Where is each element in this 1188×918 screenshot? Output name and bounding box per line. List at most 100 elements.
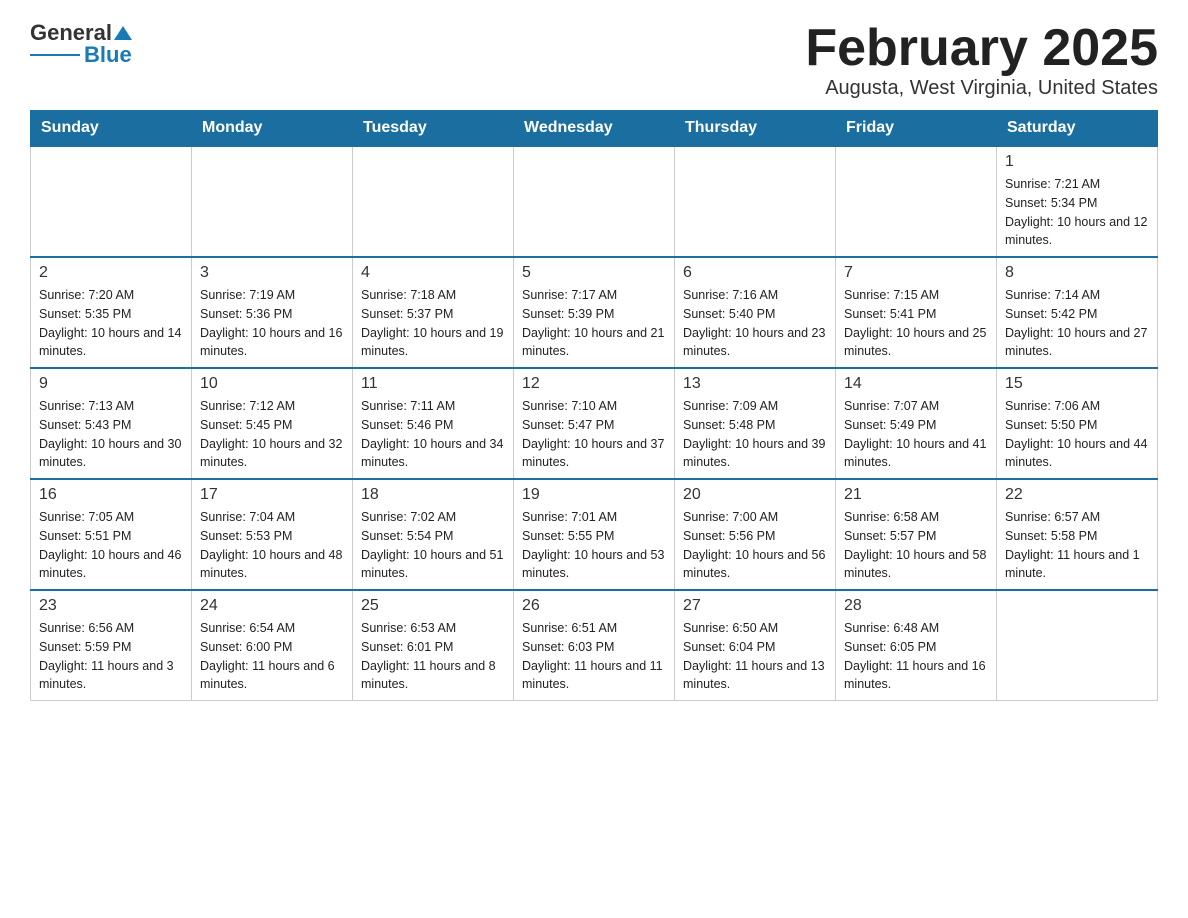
table-row: 19 Sunrise: 7:01 AM Sunset: 5:55 PM Dayli… bbox=[514, 479, 675, 590]
day-number: 2 bbox=[39, 264, 183, 282]
day-number: 12 bbox=[522, 375, 666, 393]
day-info: Sunrise: 6:54 AM Sunset: 6:00 PM Dayligh… bbox=[200, 619, 344, 694]
day-number: 27 bbox=[683, 597, 827, 615]
table-row bbox=[836, 146, 997, 257]
table-row: 17 Sunrise: 7:04 AM Sunset: 5:53 PM Dayli… bbox=[192, 479, 353, 590]
col-friday: Friday bbox=[836, 111, 997, 147]
day-number: 9 bbox=[39, 375, 183, 393]
day-info: Sunrise: 7:17 AM Sunset: 5:39 PM Dayligh… bbox=[522, 286, 666, 361]
table-row: 2 Sunrise: 7:20 AM Sunset: 5:35 PM Daylig… bbox=[31, 257, 192, 368]
table-row: 1 Sunrise: 7:21 AM Sunset: 5:34 PM Daylig… bbox=[997, 146, 1158, 257]
day-info: Sunrise: 6:53 AM Sunset: 6:01 PM Dayligh… bbox=[361, 619, 505, 694]
table-row: 25 Sunrise: 6:53 AM Sunset: 6:01 PM Dayli… bbox=[353, 590, 514, 701]
day-info: Sunrise: 6:51 AM Sunset: 6:03 PM Dayligh… bbox=[522, 619, 666, 694]
table-row: 24 Sunrise: 6:54 AM Sunset: 6:00 PM Dayli… bbox=[192, 590, 353, 701]
day-number: 15 bbox=[1005, 375, 1149, 393]
table-row: 8 Sunrise: 7:14 AM Sunset: 5:42 PM Daylig… bbox=[997, 257, 1158, 368]
day-number: 11 bbox=[361, 375, 505, 393]
day-number: 7 bbox=[844, 264, 988, 282]
table-row: 18Sunrise: 7:02 AM Sunset: 5:54 PM Dayli… bbox=[353, 479, 514, 590]
col-monday: Monday bbox=[192, 111, 353, 147]
table-row: 20 Sunrise: 7:00 AM Sunset: 5:56 PM Dayli… bbox=[675, 479, 836, 590]
col-sunday: Sunday bbox=[31, 111, 192, 147]
day-info: Sunrise: 7:06 AM Sunset: 5:50 PM Dayligh… bbox=[1005, 397, 1149, 472]
day-info: Sunrise: 7:15 AM Sunset: 5:41 PM Dayligh… bbox=[844, 286, 988, 361]
day-number: 17 bbox=[200, 486, 344, 504]
table-row bbox=[997, 590, 1158, 701]
day-info: Sunrise: 7:21 AM Sunset: 5:34 PM Dayligh… bbox=[1005, 175, 1149, 250]
col-thursday: Thursday bbox=[675, 111, 836, 147]
day-number: 16 bbox=[39, 486, 183, 504]
table-row: 4 Sunrise: 7:18 AM Sunset: 5:37 PM Daylig… bbox=[353, 257, 514, 368]
day-number: 28 bbox=[844, 597, 988, 615]
table-row bbox=[514, 146, 675, 257]
table-row: 15 Sunrise: 7:06 AM Sunset: 5:50 PM Dayli… bbox=[997, 368, 1158, 479]
day-number: 10 bbox=[200, 375, 344, 393]
table-row: 26 Sunrise: 6:51 AM Sunset: 6:03 PM Dayli… bbox=[514, 590, 675, 701]
day-number: 14 bbox=[844, 375, 988, 393]
day-info: Sunrise: 6:57 AM Sunset: 5:58 PM Dayligh… bbox=[1005, 508, 1149, 583]
logo-triangle-icon bbox=[112, 26, 134, 40]
day-info: Sunrise: 7:18 AM Sunset: 5:37 PM Dayligh… bbox=[361, 286, 505, 361]
calendar-table: Sunday Monday Tuesday Wednesday Thursday… bbox=[30, 110, 1158, 701]
calendar-week-row: 16 Sunrise: 7:05 AM Sunset: 5:51 PM Dayli… bbox=[31, 479, 1158, 590]
day-number: 22 bbox=[1005, 486, 1149, 504]
table-row: 16 Sunrise: 7:05 AM Sunset: 5:51 PM Dayli… bbox=[31, 479, 192, 590]
table-row bbox=[31, 146, 192, 257]
calendar-header-row: Sunday Monday Tuesday Wednesday Thursday… bbox=[31, 111, 1158, 147]
day-info: Sunrise: 7:20 AM Sunset: 5:35 PM Dayligh… bbox=[39, 286, 183, 361]
table-row: 23 Sunrise: 6:56 AM Sunset: 5:59 PM Dayli… bbox=[31, 590, 192, 701]
page-header: General Blue February 2025 Augusta, West… bbox=[30, 20, 1158, 100]
day-info: Sunrise: 6:56 AM Sunset: 5:59 PM Dayligh… bbox=[39, 619, 183, 694]
calendar-week-row: 23 Sunrise: 6:56 AM Sunset: 5:59 PM Dayli… bbox=[31, 590, 1158, 701]
day-info: Sunrise: 7:02 AM Sunset: 5:54 PM Dayligh… bbox=[361, 508, 505, 583]
table-row: 13Sunrise: 7:09 AM Sunset: 5:48 PM Dayli… bbox=[675, 368, 836, 479]
day-number: 23 bbox=[39, 597, 183, 615]
day-info: Sunrise: 7:01 AM Sunset: 5:55 PM Dayligh… bbox=[522, 508, 666, 583]
logo: General Blue bbox=[30, 20, 134, 68]
table-row: 14Sunrise: 7:07 AM Sunset: 5:49 PM Dayli… bbox=[836, 368, 997, 479]
col-saturday: Saturday bbox=[997, 111, 1158, 147]
table-row: 21Sunrise: 6:58 AM Sunset: 5:57 PM Dayli… bbox=[836, 479, 997, 590]
day-info: Sunrise: 6:58 AM Sunset: 5:57 PM Dayligh… bbox=[844, 508, 988, 583]
logo-blue-text: Blue bbox=[84, 42, 132, 68]
day-info: Sunrise: 7:14 AM Sunset: 5:42 PM Dayligh… bbox=[1005, 286, 1149, 361]
day-number: 13 bbox=[683, 375, 827, 393]
col-tuesday: Tuesday bbox=[353, 111, 514, 147]
day-info: Sunrise: 7:11 AM Sunset: 5:46 PM Dayligh… bbox=[361, 397, 505, 472]
calendar-week-row: 9 Sunrise: 7:13 AM Sunset: 5:43 PM Daylig… bbox=[31, 368, 1158, 479]
logo-underline bbox=[30, 54, 80, 56]
day-number: 25 bbox=[361, 597, 505, 615]
day-number: 19 bbox=[522, 486, 666, 504]
table-row: 11 Sunrise: 7:11 AM Sunset: 5:46 PM Dayli… bbox=[353, 368, 514, 479]
day-number: 20 bbox=[683, 486, 827, 504]
col-wednesday: Wednesday bbox=[514, 111, 675, 147]
calendar-week-row: 1 Sunrise: 7:21 AM Sunset: 5:34 PM Daylig… bbox=[31, 146, 1158, 257]
day-info: Sunrise: 7:00 AM Sunset: 5:56 PM Dayligh… bbox=[683, 508, 827, 583]
day-number: 3 bbox=[200, 264, 344, 282]
day-info: Sunrise: 7:16 AM Sunset: 5:40 PM Dayligh… bbox=[683, 286, 827, 361]
day-number: 24 bbox=[200, 597, 344, 615]
table-row bbox=[353, 146, 514, 257]
table-row bbox=[192, 146, 353, 257]
table-row: 12 Sunrise: 7:10 AM Sunset: 5:47 PM Dayli… bbox=[514, 368, 675, 479]
day-info: Sunrise: 7:04 AM Sunset: 5:53 PM Dayligh… bbox=[200, 508, 344, 583]
day-info: Sunrise: 7:05 AM Sunset: 5:51 PM Dayligh… bbox=[39, 508, 183, 583]
day-number: 1 bbox=[1005, 153, 1149, 171]
calendar-week-row: 2 Sunrise: 7:20 AM Sunset: 5:35 PM Daylig… bbox=[31, 257, 1158, 368]
day-number: 4 bbox=[361, 264, 505, 282]
calendar-subtitle: Augusta, West Virginia, United States bbox=[805, 77, 1158, 100]
day-info: Sunrise: 7:19 AM Sunset: 5:36 PM Dayligh… bbox=[200, 286, 344, 361]
day-info: Sunrise: 7:12 AM Sunset: 5:45 PM Dayligh… bbox=[200, 397, 344, 472]
day-number: 26 bbox=[522, 597, 666, 615]
title-block: February 2025 Augusta, West Virginia, Un… bbox=[805, 20, 1158, 100]
day-info: Sunrise: 7:10 AM Sunset: 5:47 PM Dayligh… bbox=[522, 397, 666, 472]
day-info: Sunrise: 6:50 AM Sunset: 6:04 PM Dayligh… bbox=[683, 619, 827, 694]
day-info: Sunrise: 7:13 AM Sunset: 5:43 PM Dayligh… bbox=[39, 397, 183, 472]
table-row: 3 Sunrise: 7:19 AM Sunset: 5:36 PM Daylig… bbox=[192, 257, 353, 368]
table-row: 28Sunrise: 6:48 AM Sunset: 6:05 PM Dayli… bbox=[836, 590, 997, 701]
table-row: 22 Sunrise: 6:57 AM Sunset: 5:58 PM Dayli… bbox=[997, 479, 1158, 590]
table-row: 27 Sunrise: 6:50 AM Sunset: 6:04 PM Dayli… bbox=[675, 590, 836, 701]
table-row: 5Sunrise: 7:17 AM Sunset: 5:39 PM Daylig… bbox=[514, 257, 675, 368]
day-number: 8 bbox=[1005, 264, 1149, 282]
